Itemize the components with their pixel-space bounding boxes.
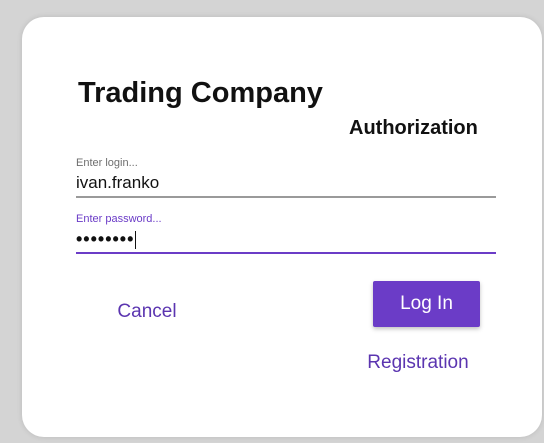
login-button[interactable]: Log In: [373, 281, 480, 327]
cancel-button[interactable]: Cancel: [94, 293, 200, 331]
app-title: Trading Company: [78, 77, 323, 109]
login-underline: [76, 196, 496, 198]
dialog-subtitle: Authorization: [349, 117, 478, 139]
password-input[interactable]: ••••••••: [76, 229, 134, 249]
registration-link[interactable]: Registration: [352, 349, 484, 377]
login-input[interactable]: ivan.franko: [76, 172, 496, 194]
login-dialog: Trading Company Authorization Enter logi…: [22, 17, 542, 437]
login-placeholder: Enter login...: [76, 157, 138, 169]
password-placeholder: Enter password...: [76, 213, 162, 225]
login-field[interactable]: Enter login... ivan.franko: [76, 157, 496, 198]
password-input-wrap[interactable]: ••••••••: [76, 228, 496, 250]
text-caret: [135, 231, 137, 250]
password-field[interactable]: Enter password... ••••••••: [76, 213, 496, 254]
password-underline: [76, 252, 496, 254]
